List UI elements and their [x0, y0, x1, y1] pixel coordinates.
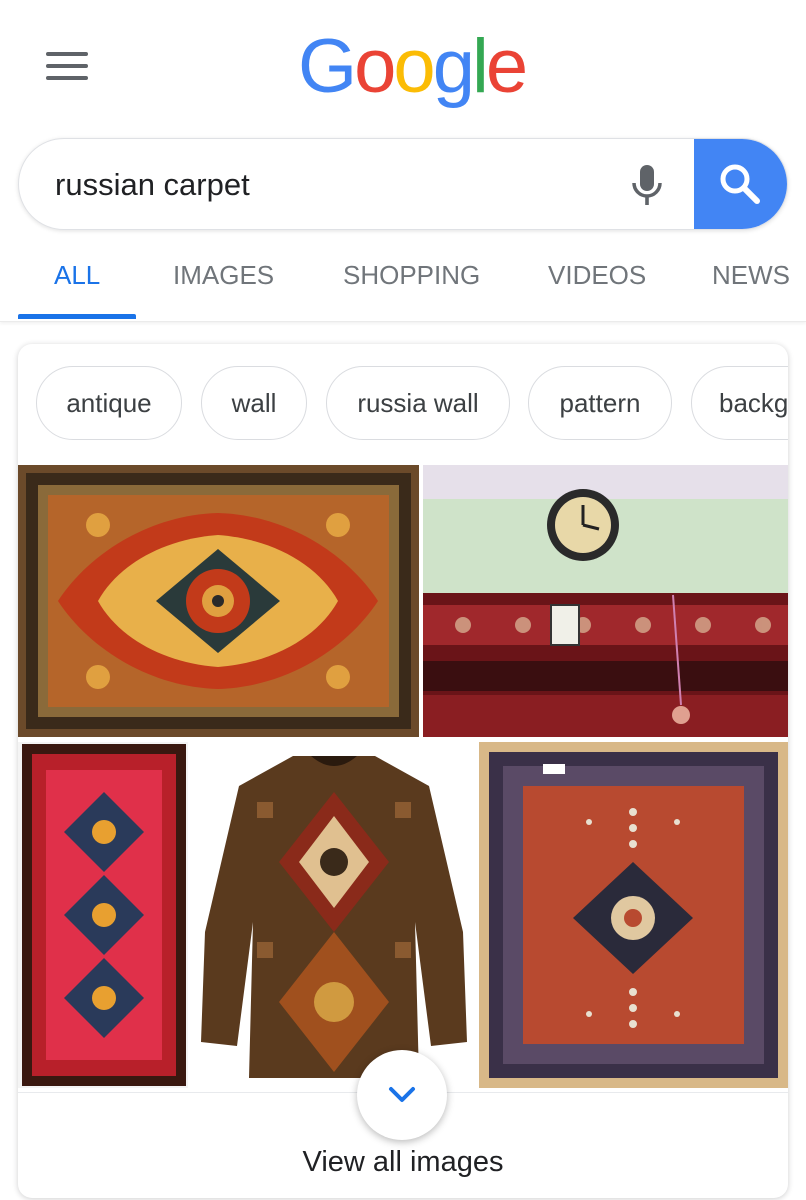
active-tab-indicator	[18, 314, 136, 319]
chip-background[interactable]: backg	[691, 366, 788, 440]
expand-images-button[interactable]	[357, 1050, 447, 1140]
tab-news[interactable]: NEWS	[712, 260, 790, 291]
search-bar	[18, 138, 788, 230]
image-result-runner[interactable]	[18, 742, 188, 1088]
images-card: antique wall russia wall pattern backg V…	[18, 344, 788, 1198]
chip-antique[interactable]: antique	[36, 366, 182, 440]
logo-letter: o	[354, 24, 396, 109]
image-result-carpet-1[interactable]	[18, 465, 419, 737]
hamburger-menu-icon[interactable]	[46, 52, 88, 80]
chevron-down-icon	[389, 1087, 415, 1102]
image-result-rug[interactable]	[479, 742, 788, 1088]
header: Google	[0, 0, 806, 130]
chip-wall[interactable]: wall	[201, 366, 307, 440]
chip-pattern[interactable]: pattern	[528, 366, 672, 440]
tab-all[interactable]: ALL	[54, 260, 100, 291]
magnifier-icon	[720, 164, 760, 204]
image-result-sweatshirt[interactable]	[193, 742, 475, 1088]
chip-russia-wall[interactable]: russia wall	[326, 366, 510, 440]
tab-shopping[interactable]: SHOPPING	[343, 260, 480, 291]
search-input[interactable]	[55, 139, 595, 229]
logo-letter: g	[432, 24, 475, 109]
logo-letter: G	[298, 24, 357, 109]
search-button[interactable]	[694, 139, 787, 229]
tab-images[interactable]: IMAGES	[173, 260, 274, 291]
microphone-icon[interactable]	[623, 161, 671, 209]
logo-letter: e	[485, 24, 528, 109]
search-tabs: ALL IMAGES SHOPPING VIDEOS NEWS	[0, 240, 806, 322]
image-result-wall-carpet[interactable]	[423, 465, 788, 737]
google-logo[interactable]: Google	[298, 22, 528, 112]
tab-videos[interactable]: VIDEOS	[548, 260, 646, 291]
view-all-images-link[interactable]: View all images	[18, 1134, 788, 1190]
refinement-chips: antique wall russia wall pattern backg	[18, 366, 788, 442]
logo-letter: o	[393, 24, 435, 109]
logo-letter: l	[471, 24, 489, 109]
